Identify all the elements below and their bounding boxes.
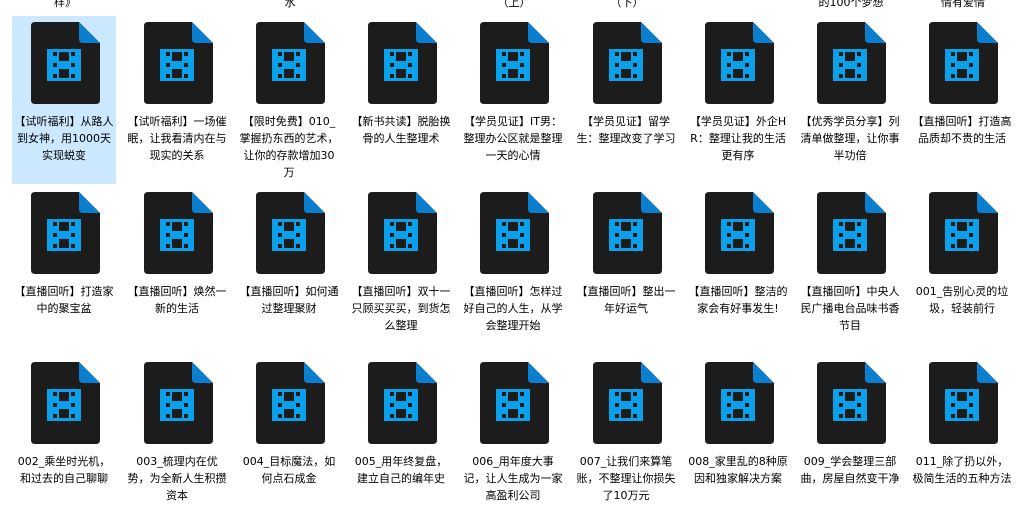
file-label: 【限时免费】010_掌握扔东西的艺术，让你的存款增加30万 (239, 115, 339, 179)
file-label-partial: 水 (284, 0, 296, 9)
video-file-icon (253, 20, 327, 106)
file-item[interactable]: 【直播回听】整出一年好运气 (574, 186, 678, 354)
file-label: 【试听福利】一场催眠，让我看清内在与现实的关系 (127, 115, 227, 162)
file-label-partial: （下） (610, 0, 644, 9)
file-item[interactable]: 【学员见证】外企HR：整理让我的生活更有序 (686, 16, 790, 184)
video-file-icon (365, 20, 439, 106)
file-label: 005_用年终复盘，建立自己的编年史 (354, 455, 448, 485)
video-file-icon (814, 20, 888, 106)
file-label: 【直播回听】打造家中的聚宝盆 (14, 285, 114, 315)
video-file-icon (28, 20, 102, 106)
file-label: 001_告别心灵的垃圾，轻装前行 (915, 285, 1009, 315)
file-item[interactable]: 【学员见证】IT男：整理办公区就是整理一天的心情 (461, 16, 565, 184)
file-item[interactable]: 【直播回听】整洁的家会有好事发生! (686, 186, 790, 354)
video-file-icon (926, 360, 1000, 446)
file-label: 【学员见证】IT男：整理办公区就是整理一天的心情 (463, 115, 563, 162)
video-file-icon (702, 360, 776, 446)
file-label: 002_乘坐时光机，和过去的自己聊聊 (17, 455, 111, 485)
file-item[interactable]: 004_目标魔法，如何点石成金 (237, 356, 341, 524)
file-label: 【优秀学员分享】列清单做整理，让你事半功倍 (800, 115, 900, 162)
file-item[interactable]: 【限时免费】010_掌握扔东西的艺术，让你的存款增加30万 (237, 16, 341, 184)
video-file-icon (814, 360, 888, 446)
file-label: 【学员见证】外企HR：整理让我的生活更有序 (689, 115, 787, 162)
file-item[interactable]: 002_乘坐时光机，和过去的自己聊聊 (12, 356, 116, 524)
file-label: 008_家里乱的8种原因和独家解决方案 (688, 455, 788, 485)
video-file-icon (141, 190, 215, 276)
file-label: 【直播回听】中央人民广播电台品味书香节目 (800, 285, 900, 332)
file-label: 【学员见证】留学生：整理改变了学习 (576, 115, 676, 145)
file-item[interactable]: 011_除了扔以外，极简生活的五种方法 (910, 356, 1014, 524)
video-file-icon (253, 360, 327, 446)
file-item[interactable]: 001_告别心灵的垃圾，轻装前行 (910, 186, 1014, 354)
file-label: 【试听福利】从路人到女神，用1000天实现蜕变 (14, 115, 114, 162)
file-item[interactable]: 【试听福利】一场催眠，让我看清内在与现实的关系 (125, 16, 229, 184)
file-item[interactable]: 003_梳理内在优势，为全新人生积攒资本 (125, 356, 229, 524)
file-item[interactable]: 【直播回听】怎样过好自己的人生，从学会整理开始 (461, 186, 565, 354)
file-label-partial: （上） (497, 0, 531, 9)
video-file-icon (926, 20, 1000, 106)
video-file-icon (590, 190, 664, 276)
video-file-icon (477, 20, 551, 106)
file-grid: 样》 水 （上） （下） 的100个梦想 情有爱情【试听福利】从路人到女神，用1000天实… (0, 0, 1028, 510)
file-item[interactable]: 009_学会整理三部曲，房屋自然变干净 (798, 356, 902, 524)
file-item[interactable]: 【直播回听】打造高品质却不贵的生活 (910, 16, 1014, 184)
file-item[interactable]: 005_用年终复盘，建立自己的编年史 (349, 356, 453, 524)
file-item[interactable]: 007_让我们来算笔账，不整理让你损失了10万元 (574, 356, 678, 524)
file-item[interactable]: 【直播回听】焕然一新的生活 (125, 186, 229, 354)
file-label: 【直播回听】整出一年好运气 (576, 285, 676, 315)
video-file-icon (253, 190, 327, 276)
video-file-icon (365, 190, 439, 276)
video-file-icon (477, 360, 551, 446)
file-label: 【直播回听】怎样过好自己的人生，从学会整理开始 (463, 285, 563, 332)
file-label: 009_学会整理三部曲，房屋自然变干净 (800, 455, 900, 485)
file-label: 【新书共读】脱胎换骨的人生整理术 (351, 115, 451, 145)
file-label: 【直播回听】整洁的家会有好事发生! (688, 285, 788, 315)
file-item[interactable]: 【新书共读】脱胎换骨的人生整理术 (349, 16, 453, 184)
file-label: 007_让我们来算笔账，不整理让你损失了10万元 (576, 455, 676, 502)
video-file-icon (28, 360, 102, 446)
video-file-icon (590, 360, 664, 446)
file-item[interactable]: 008_家里乱的8种原因和独家解决方案 (686, 356, 790, 524)
file-label: 【直播回听】打造高品质却不贵的生活 (912, 115, 1012, 145)
file-label-partial: 样》 (54, 0, 76, 9)
file-item[interactable]: 【试听福利】从路人到女神，用1000天实现蜕变 (12, 16, 116, 184)
video-file-icon (702, 20, 776, 106)
file-item[interactable]: 【直播回听】双十一只顾买买买，到货怎么整理 (349, 186, 453, 354)
file-item[interactable]: 【直播回听】中央人民广播电台品味书香节目 (798, 186, 902, 354)
video-file-icon (926, 190, 1000, 276)
file-item[interactable]: 006_用年度大事记，让人生成为一家高盈利公司 (461, 356, 565, 524)
video-file-icon (590, 20, 664, 106)
file-item[interactable]: 【优秀学员分享】列清单做整理，让你事半功倍 (798, 16, 902, 184)
file-label: 003_梳理内在优势，为全新人生积攒资本 (127, 455, 227, 502)
file-label-partial: 的100个梦想 (818, 0, 884, 9)
file-label: 004_目标魔法，如何点石成金 (242, 455, 336, 485)
file-label: 006_用年度大事记，让人生成为一家高盈利公司 (463, 455, 563, 502)
video-file-icon (477, 190, 551, 276)
file-item[interactable]: 【学员见证】留学生：整理改变了学习 (574, 16, 678, 184)
video-file-icon (702, 190, 776, 276)
video-file-icon (28, 190, 102, 276)
file-item[interactable]: 【直播回听】打造家中的聚宝盆 (12, 186, 116, 354)
video-file-icon (814, 190, 888, 276)
file-label: 【直播回听】焕然一新的生活 (127, 285, 227, 315)
video-file-icon (141, 20, 215, 106)
file-label: 【直播回听】双十一只顾买买买，到货怎么整理 (351, 285, 451, 332)
video-file-icon (365, 360, 439, 446)
file-item[interactable]: 【直播回听】如何通过整理聚财 (237, 186, 341, 354)
file-label: 【直播回听】如何通过整理聚财 (239, 285, 339, 315)
file-label-partial: 情有爱情 (941, 0, 985, 9)
video-file-icon (141, 360, 215, 446)
file-label: 011_除了扔以外，极简生活的五种方法 (912, 455, 1012, 485)
